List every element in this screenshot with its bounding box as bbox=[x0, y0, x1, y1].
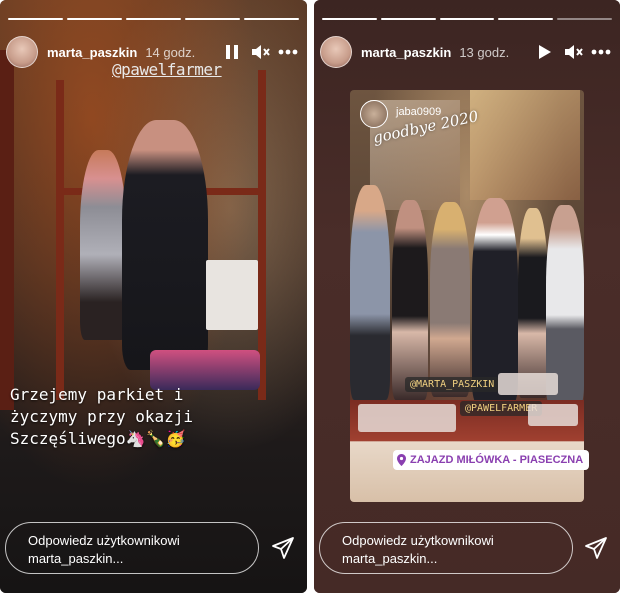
location-pin-icon bbox=[397, 454, 406, 466]
location-sticker[interactable]: ZAJAZD MIŁÓWKA - PIASECZNA bbox=[393, 450, 590, 470]
story-right[interactable]: marta_paszkin 13 godz. Odpowiedz użytkow… bbox=[314, 0, 620, 593]
story-header: marta_paszkin 13 godz. bbox=[320, 36, 612, 68]
location-name: ZAJAZD MIŁÓWKA - PIASECZNA bbox=[410, 454, 584, 466]
reply-placeholder-line1: Odpowiedz użytkownikowi bbox=[342, 533, 494, 548]
speaker-muted-icon[interactable] bbox=[562, 41, 584, 63]
blurred-sticker bbox=[528, 404, 578, 426]
repost-avatar[interactable] bbox=[360, 100, 388, 128]
timestamp: 13 godz. bbox=[459, 44, 510, 60]
mention-sticker[interactable]: @pawelfarmer bbox=[112, 60, 222, 79]
caption-line: Szczęśliwego🦄🍾🥳 bbox=[10, 429, 186, 448]
person bbox=[430, 202, 470, 397]
story-progress-bar bbox=[322, 18, 612, 20]
reply-input[interactable]: Odpowiedz użytkownikowi marta_paszkin... bbox=[5, 522, 259, 574]
paper-plane-icon[interactable] bbox=[271, 536, 295, 560]
avatar[interactable] bbox=[6, 36, 38, 68]
story-progress-bar bbox=[8, 18, 299, 20]
story-caption: Grzejemy parkiet i życzymy przy okazji S… bbox=[10, 384, 302, 450]
person bbox=[350, 185, 390, 400]
username[interactable]: marta_paszkin bbox=[361, 45, 451, 60]
avatar[interactable] bbox=[320, 36, 352, 68]
person-man bbox=[122, 120, 208, 370]
reply-input[interactable]: Odpowiedz użytkownikowi marta_paszkin... bbox=[319, 522, 573, 574]
reply-placeholder-line2: marta_paszkin... bbox=[342, 551, 438, 566]
window-frame bbox=[258, 70, 266, 400]
story-left[interactable]: marta_paszkin 14 godz. @pawelfarmer Grze… bbox=[0, 0, 307, 593]
caption-line: życzymy przy okazji bbox=[10, 407, 194, 426]
paper-plane-icon[interactable] bbox=[584, 536, 608, 560]
speaker-muted-icon[interactable] bbox=[249, 41, 271, 63]
reply-placeholder-line2: marta_paszkin... bbox=[28, 551, 124, 566]
reply-placeholder-line1: Odpowiedz użytkownikowi bbox=[28, 533, 180, 548]
pause-icon[interactable] bbox=[221, 41, 243, 63]
person bbox=[518, 208, 548, 398]
timestamp: 14 godz. bbox=[145, 44, 196, 60]
mention-tag-marta[interactable]: @MARTA_PASZKIN bbox=[405, 377, 500, 392]
username[interactable]: marta_paszkin bbox=[47, 45, 137, 60]
table bbox=[206, 260, 258, 330]
reposted-photo bbox=[350, 90, 584, 502]
play-icon[interactable] bbox=[534, 41, 556, 63]
window-frame bbox=[56, 80, 64, 400]
blurred-sticker bbox=[498, 373, 558, 395]
person-woman bbox=[80, 150, 126, 340]
more-dots-icon[interactable] bbox=[277, 41, 299, 63]
caption-line: Grzejemy parkiet i bbox=[10, 385, 184, 404]
window-frame bbox=[0, 50, 14, 410]
more-dots-icon[interactable] bbox=[590, 41, 612, 63]
person bbox=[392, 200, 428, 400]
blurred-sticker bbox=[358, 404, 456, 432]
